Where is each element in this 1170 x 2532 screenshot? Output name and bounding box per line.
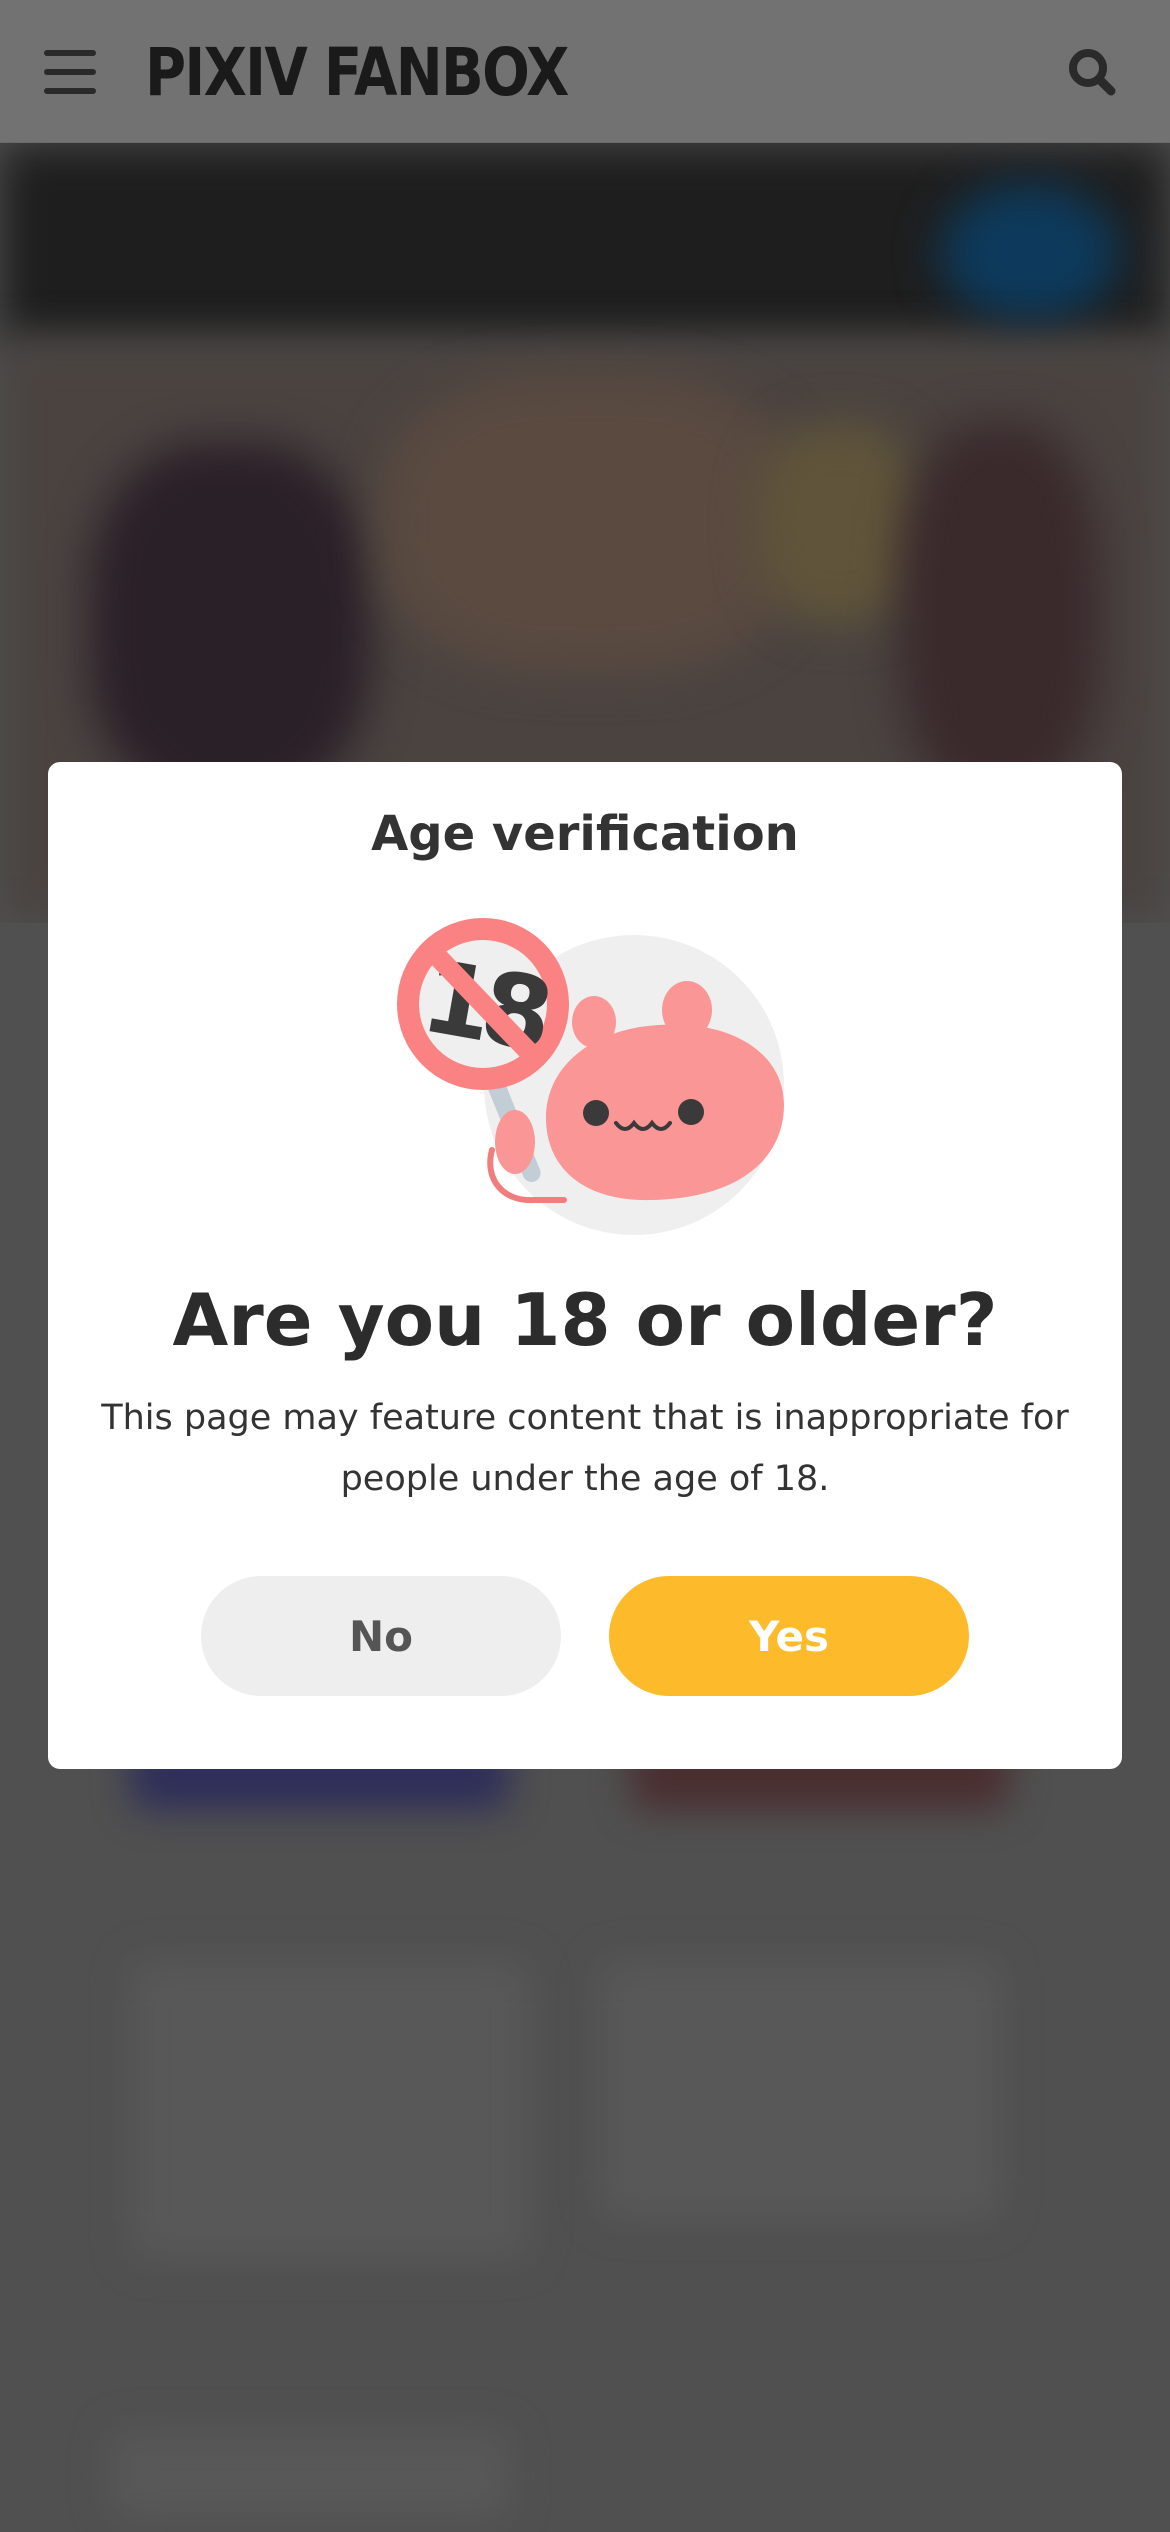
blurred-post-card	[600, 1960, 1000, 2220]
no-button[interactable]: No	[201, 1576, 561, 1696]
age-warning-text: This page may feature content that is in…	[101, 1398, 1069, 1499]
age-question: Are you 18 or older?	[172, 1278, 998, 1362]
hamburger-menu-icon[interactable]	[40, 42, 104, 102]
yes-button[interactable]: Yes	[609, 1576, 969, 1696]
blurred-post-card	[110, 2430, 510, 2520]
no-under-18-mascot-icon: 18	[384, 910, 784, 1240]
fanbox-logo[interactable]: PIXIV FANBOX	[145, 28, 569, 118]
search-icon[interactable]	[1062, 42, 1122, 102]
dialog-title: Age verification	[371, 806, 799, 862]
blurred-post-card	[130, 1960, 530, 2260]
top-header: PIXIV FANBOX	[0, 0, 1170, 143]
age-verification-dialog: Age verification 18 Are you	[48, 762, 1122, 1769]
